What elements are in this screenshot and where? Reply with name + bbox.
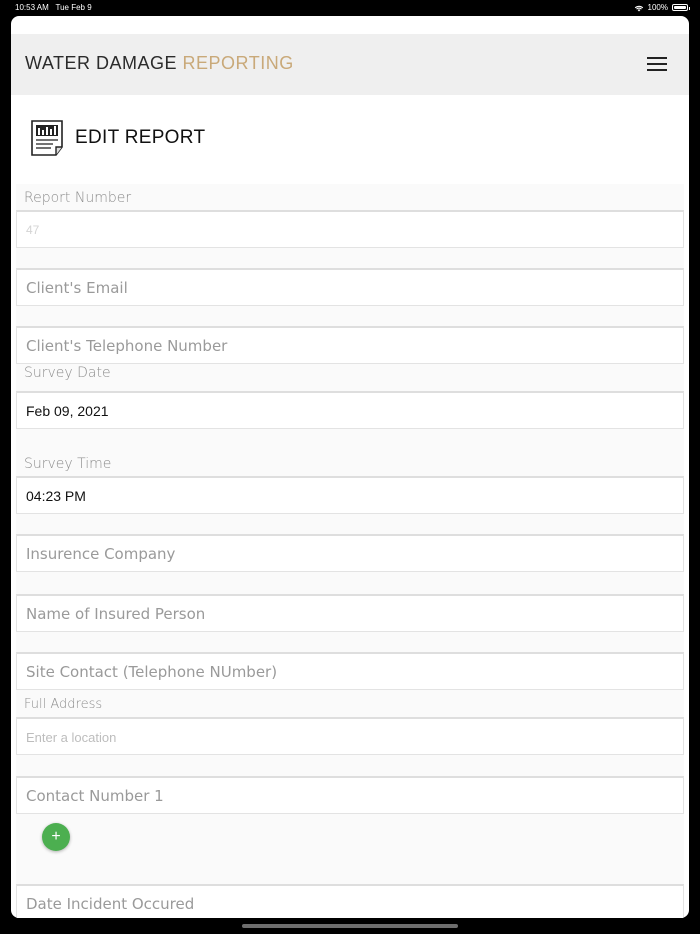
contact-number-field[interactable]: Contact Number 1 (16, 776, 684, 814)
full-address-group: Full Address Enter a location (16, 697, 684, 776)
app-header: WATER DAMAGE REPORTING (11, 34, 689, 95)
brand-accent: REPORTING (182, 53, 294, 73)
client-email-field[interactable]: Client's Email (16, 268, 684, 306)
survey-time-group: Survey Time 04:23 PM (16, 438, 684, 532)
date-incident-group: Date Incident Occured (16, 884, 684, 918)
client-email-group: Client's Email (16, 266, 684, 326)
client-phone-group: Client's Telephone Number (16, 326, 684, 372)
page-title: EDIT REPORT (75, 127, 206, 148)
insured-person-placeholder: Name of Insured Person (26, 605, 206, 623)
insurance-company-group: Insurence Company (16, 532, 684, 592)
client-phone-placeholder: Client's Telephone Number (26, 337, 228, 355)
brand-main: WATER DAMAGE (25, 53, 178, 73)
app-window: WATER DAMAGE REPORTING EDIT REPORT Repor… (11, 16, 689, 918)
brand-title: WATER DAMAGE REPORTING (25, 53, 294, 74)
survey-time-field[interactable]: 04:23 PM (16, 476, 684, 514)
survey-date-value: Feb 09, 2021 (26, 403, 109, 419)
survey-time-value: 04:23 PM (26, 488, 86, 504)
contact-number-group: Contact Number 1 + (16, 776, 684, 884)
insured-person-field[interactable]: Name of Insured Person (16, 594, 684, 632)
site-contact-placeholder: Site Contact (Telephone NUmber) (26, 663, 278, 681)
contact-number-placeholder: Contact Number 1 (26, 787, 164, 805)
report-number-group: Report Number 47 (16, 184, 684, 266)
survey-date-label: Survey Date (24, 365, 111, 381)
report-number-label: Report Number (24, 190, 132, 206)
hamburger-menu-icon[interactable] (647, 57, 669, 73)
status-date: Tue Feb 9 (55, 3, 92, 12)
client-email-placeholder: Client's Email (26, 279, 128, 297)
insurance-company-field[interactable]: Insurence Company (16, 534, 684, 572)
site-contact-group: Site Contact (Telephone NUmber) (16, 650, 684, 698)
battery-icon (672, 4, 690, 11)
insured-person-group: Name of Insured Person (16, 592, 684, 650)
survey-time-label: Survey Time (24, 456, 112, 472)
report-number-field: 47 (16, 210, 684, 248)
date-incident-field[interactable]: Date Incident Occured (16, 884, 684, 918)
full-address-placeholder: Enter a location (26, 730, 117, 745)
report-number-value: 47 (26, 223, 40, 237)
home-indicator[interactable] (242, 924, 458, 928)
battery-percent: 100% (647, 3, 668, 12)
site-contact-field[interactable]: Site Contact (Telephone NUmber) (16, 652, 684, 690)
status-right: 100% (634, 3, 690, 12)
insurance-company-placeholder: Insurence Company (26, 545, 176, 563)
survey-date-group: Survey Date Feb 09, 2021 (16, 365, 684, 438)
date-incident-placeholder: Date Incident Occured (26, 895, 195, 913)
full-address-field[interactable]: Enter a location (16, 717, 684, 755)
page-heading: EDIT REPORT (29, 118, 205, 158)
full-address-label: Full Address (24, 697, 103, 712)
client-phone-field[interactable]: Client's Telephone Number (16, 326, 684, 364)
wifi-icon (634, 5, 643, 11)
status-time: 10:53 AM Tue Feb 9 (15, 3, 92, 12)
report-document-icon (31, 120, 63, 156)
status-bar: 10:53 AM Tue Feb 9 100% (0, 0, 700, 16)
survey-date-field[interactable]: Feb 09, 2021 (16, 391, 684, 429)
add-contact-button[interactable]: + (42, 823, 70, 851)
